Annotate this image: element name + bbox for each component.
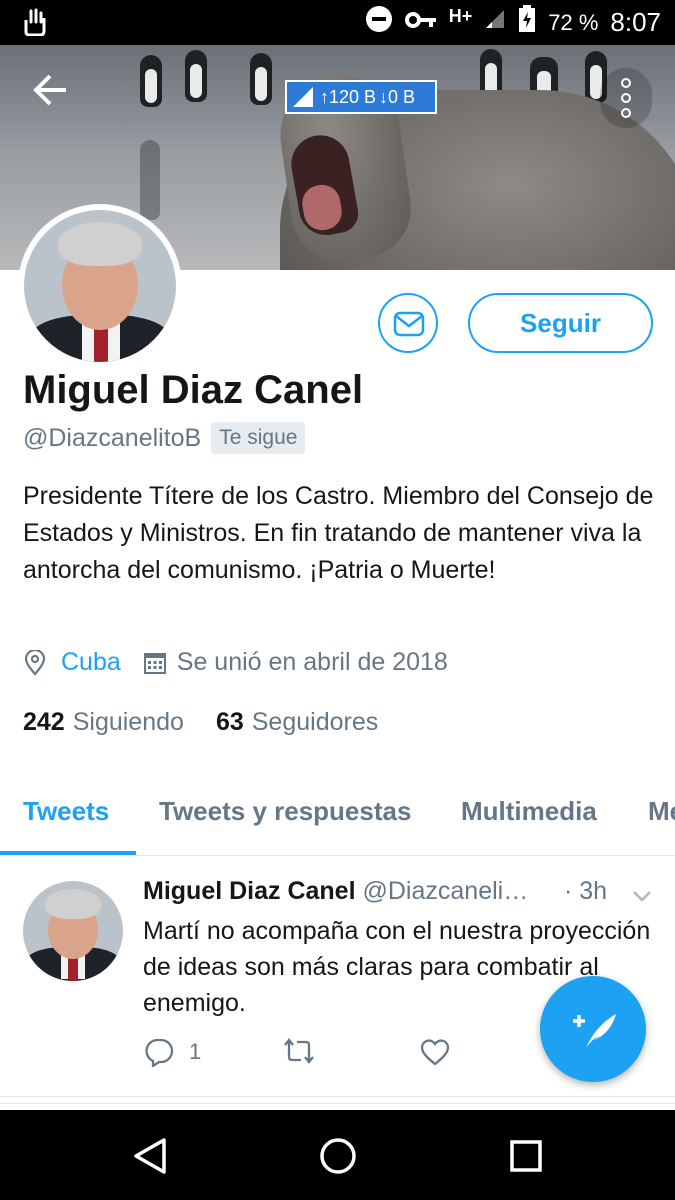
follows-you-badge: Te sigue	[211, 422, 306, 454]
reply-icon	[145, 1038, 174, 1067]
do-not-disturb-icon	[365, 5, 393, 40]
location-pin-icon	[24, 649, 46, 676]
following-link[interactable]: 242 Siguiendo	[23, 708, 184, 737]
chevron-down-icon[interactable]	[632, 889, 652, 903]
clock: 8:07	[610, 7, 661, 37]
nav-recents-icon[interactable]	[508, 1138, 544, 1174]
tweet-author-handle: @Diazcaneli…	[362, 877, 529, 905]
tweet-avatar[interactable]	[23, 881, 123, 981]
follow-button[interactable]: Seguir	[468, 293, 653, 353]
following-label: Siguiendo	[72, 708, 184, 736]
profile-location-link[interactable]: Cuba	[61, 648, 121, 677]
active-tab-indicator	[0, 851, 136, 855]
more-options-button[interactable]	[600, 68, 652, 128]
followers-count: 63	[215, 708, 244, 736]
status-bar: H+ 72 % 8:07	[0, 0, 675, 45]
compose-tweet-button[interactable]	[540, 976, 646, 1082]
profile-bio: Presidente Títere de los Castro. Miembro…	[23, 482, 654, 584]
mail-icon	[393, 311, 425, 337]
vpn-key-icon	[404, 9, 437, 37]
like-icon	[420, 1039, 450, 1066]
profile-name: Miguel Diaz Canel	[23, 368, 364, 412]
compose-tweet-icon	[573, 1014, 616, 1048]
calendar-icon	[143, 652, 166, 674]
android-nav-bar	[0, 1110, 675, 1200]
tab-media[interactable]: Multimedia	[461, 796, 597, 827]
nav-home-icon[interactable]	[318, 1136, 358, 1176]
like-button[interactable]	[419, 1037, 451, 1067]
profile-avatar[interactable]	[18, 204, 182, 368]
followers-link[interactable]: 63 Seguidores	[216, 708, 378, 737]
followers-label: Seguidores	[251, 708, 379, 736]
retweet-button[interactable]	[281, 1037, 317, 1065]
back-arrow-icon	[33, 74, 66, 106]
back-button[interactable]	[30, 70, 78, 118]
message-button[interactable]	[378, 293, 438, 353]
network-speed-badge: ↑120 B ↓0 B	[285, 80, 437, 114]
reply-count: 1	[189, 1039, 202, 1064]
reply-button[interactable]: 1	[143, 1037, 201, 1067]
profile-joined-date: Se unió en abril de 2018	[176, 648, 448, 676]
next-tweet-divider	[0, 1103, 675, 1109]
network-type: H+	[448, 6, 473, 26]
signal-icon	[484, 8, 506, 37]
tweet-timestamp: · 3h	[564, 877, 608, 905]
profile-tabs: Tweets Tweets y respuestas Multimedia Me	[0, 772, 675, 856]
tab-tweets[interactable]: Tweets	[23, 796, 109, 827]
profile-handle: @DiazcanelitoB	[23, 423, 202, 452]
download-speed: ↓0 B	[379, 86, 416, 107]
more-vertical-icon	[621, 78, 631, 88]
tweet-author-name[interactable]: Miguel Diaz Canel	[143, 877, 356, 905]
following-count: 242	[23, 708, 65, 736]
battery-charging-icon	[518, 5, 536, 40]
tab-tweets-and-replies[interactable]: Tweets y respuestas	[159, 796, 411, 827]
tab-likes[interactable]: Me	[648, 796, 675, 827]
upload-speed: ↑120 B	[320, 86, 377, 107]
retweet-icon	[284, 1038, 314, 1064]
battery-percent: 72 %	[548, 9, 599, 35]
notification-hand-icon	[22, 8, 48, 37]
nav-back-icon[interactable]	[130, 1136, 170, 1176]
